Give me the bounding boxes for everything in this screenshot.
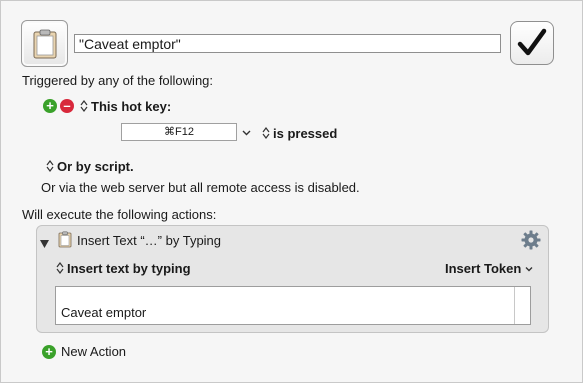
updown-arrows-icon [56, 262, 64, 274]
text-area-scrollbar[interactable] [514, 287, 515, 324]
hot-key-state-label: is pressed [273, 126, 338, 141]
macro-name-field[interactable]: "Caveat emptor" [74, 34, 501, 53]
action-gear-button[interactable] [521, 230, 541, 253]
hot-key-state-popup[interactable]: is pressed [262, 126, 337, 141]
triangle-down-icon [40, 240, 49, 248]
plus-icon: + [46, 98, 54, 113]
trigger-type-label: This hot key: [91, 99, 172, 114]
checkmark-icon [517, 28, 547, 56]
macro-icon-button[interactable] [21, 20, 68, 67]
add-trigger-button[interactable]: + [43, 99, 57, 113]
new-action-button[interactable]: New Action [61, 344, 126, 359]
chevron-down-icon [242, 130, 251, 136]
gear-icon [521, 230, 541, 250]
updown-arrows-icon [80, 100, 88, 112]
insert-mode-popup[interactable]: Insert text by typing [56, 261, 191, 276]
insert-token-label: Insert Token [445, 261, 522, 276]
chevron-down-icon [525, 267, 533, 272]
plus-icon: + [45, 344, 53, 359]
clipboard-icon [58, 231, 72, 248]
script-trigger-label: Or by script. [57, 159, 134, 174]
insert-mode-label: Insert text by typing [67, 261, 191, 276]
clipboard-icon [33, 29, 56, 58]
actions-heading: Will execute the following actions: [22, 207, 217, 222]
updown-arrows-icon [46, 160, 54, 172]
web-server-note: Or via the web server but all remote acc… [41, 180, 360, 195]
minus-icon: – [63, 98, 71, 113]
trigger-type-popup[interactable]: This hot key: [80, 99, 171, 114]
insert-text-area[interactable]: Caveat emptor [55, 286, 531, 325]
disclosure-triangle[interactable] [40, 236, 49, 251]
updown-arrows-icon [262, 127, 270, 139]
hot-key-field[interactable]: ⌘F12 [121, 123, 237, 141]
action-title[interactable]: Insert Text “…” by Typing [77, 233, 221, 248]
insert-token-menu[interactable]: Insert Token [445, 261, 533, 276]
triggers-heading: Triggered by any of the following: [22, 73, 214, 88]
macro-enabled-checkbox[interactable] [510, 21, 554, 65]
remove-trigger-button[interactable]: – [60, 99, 74, 113]
new-trigger-popup[interactable]: Or by script. [46, 159, 134, 174]
action-icon [58, 231, 72, 251]
insert-text-content: Caveat emptor [61, 305, 147, 320]
hot-key-menu-button[interactable] [242, 125, 251, 140]
new-action-add-icon[interactable]: + [42, 345, 56, 359]
